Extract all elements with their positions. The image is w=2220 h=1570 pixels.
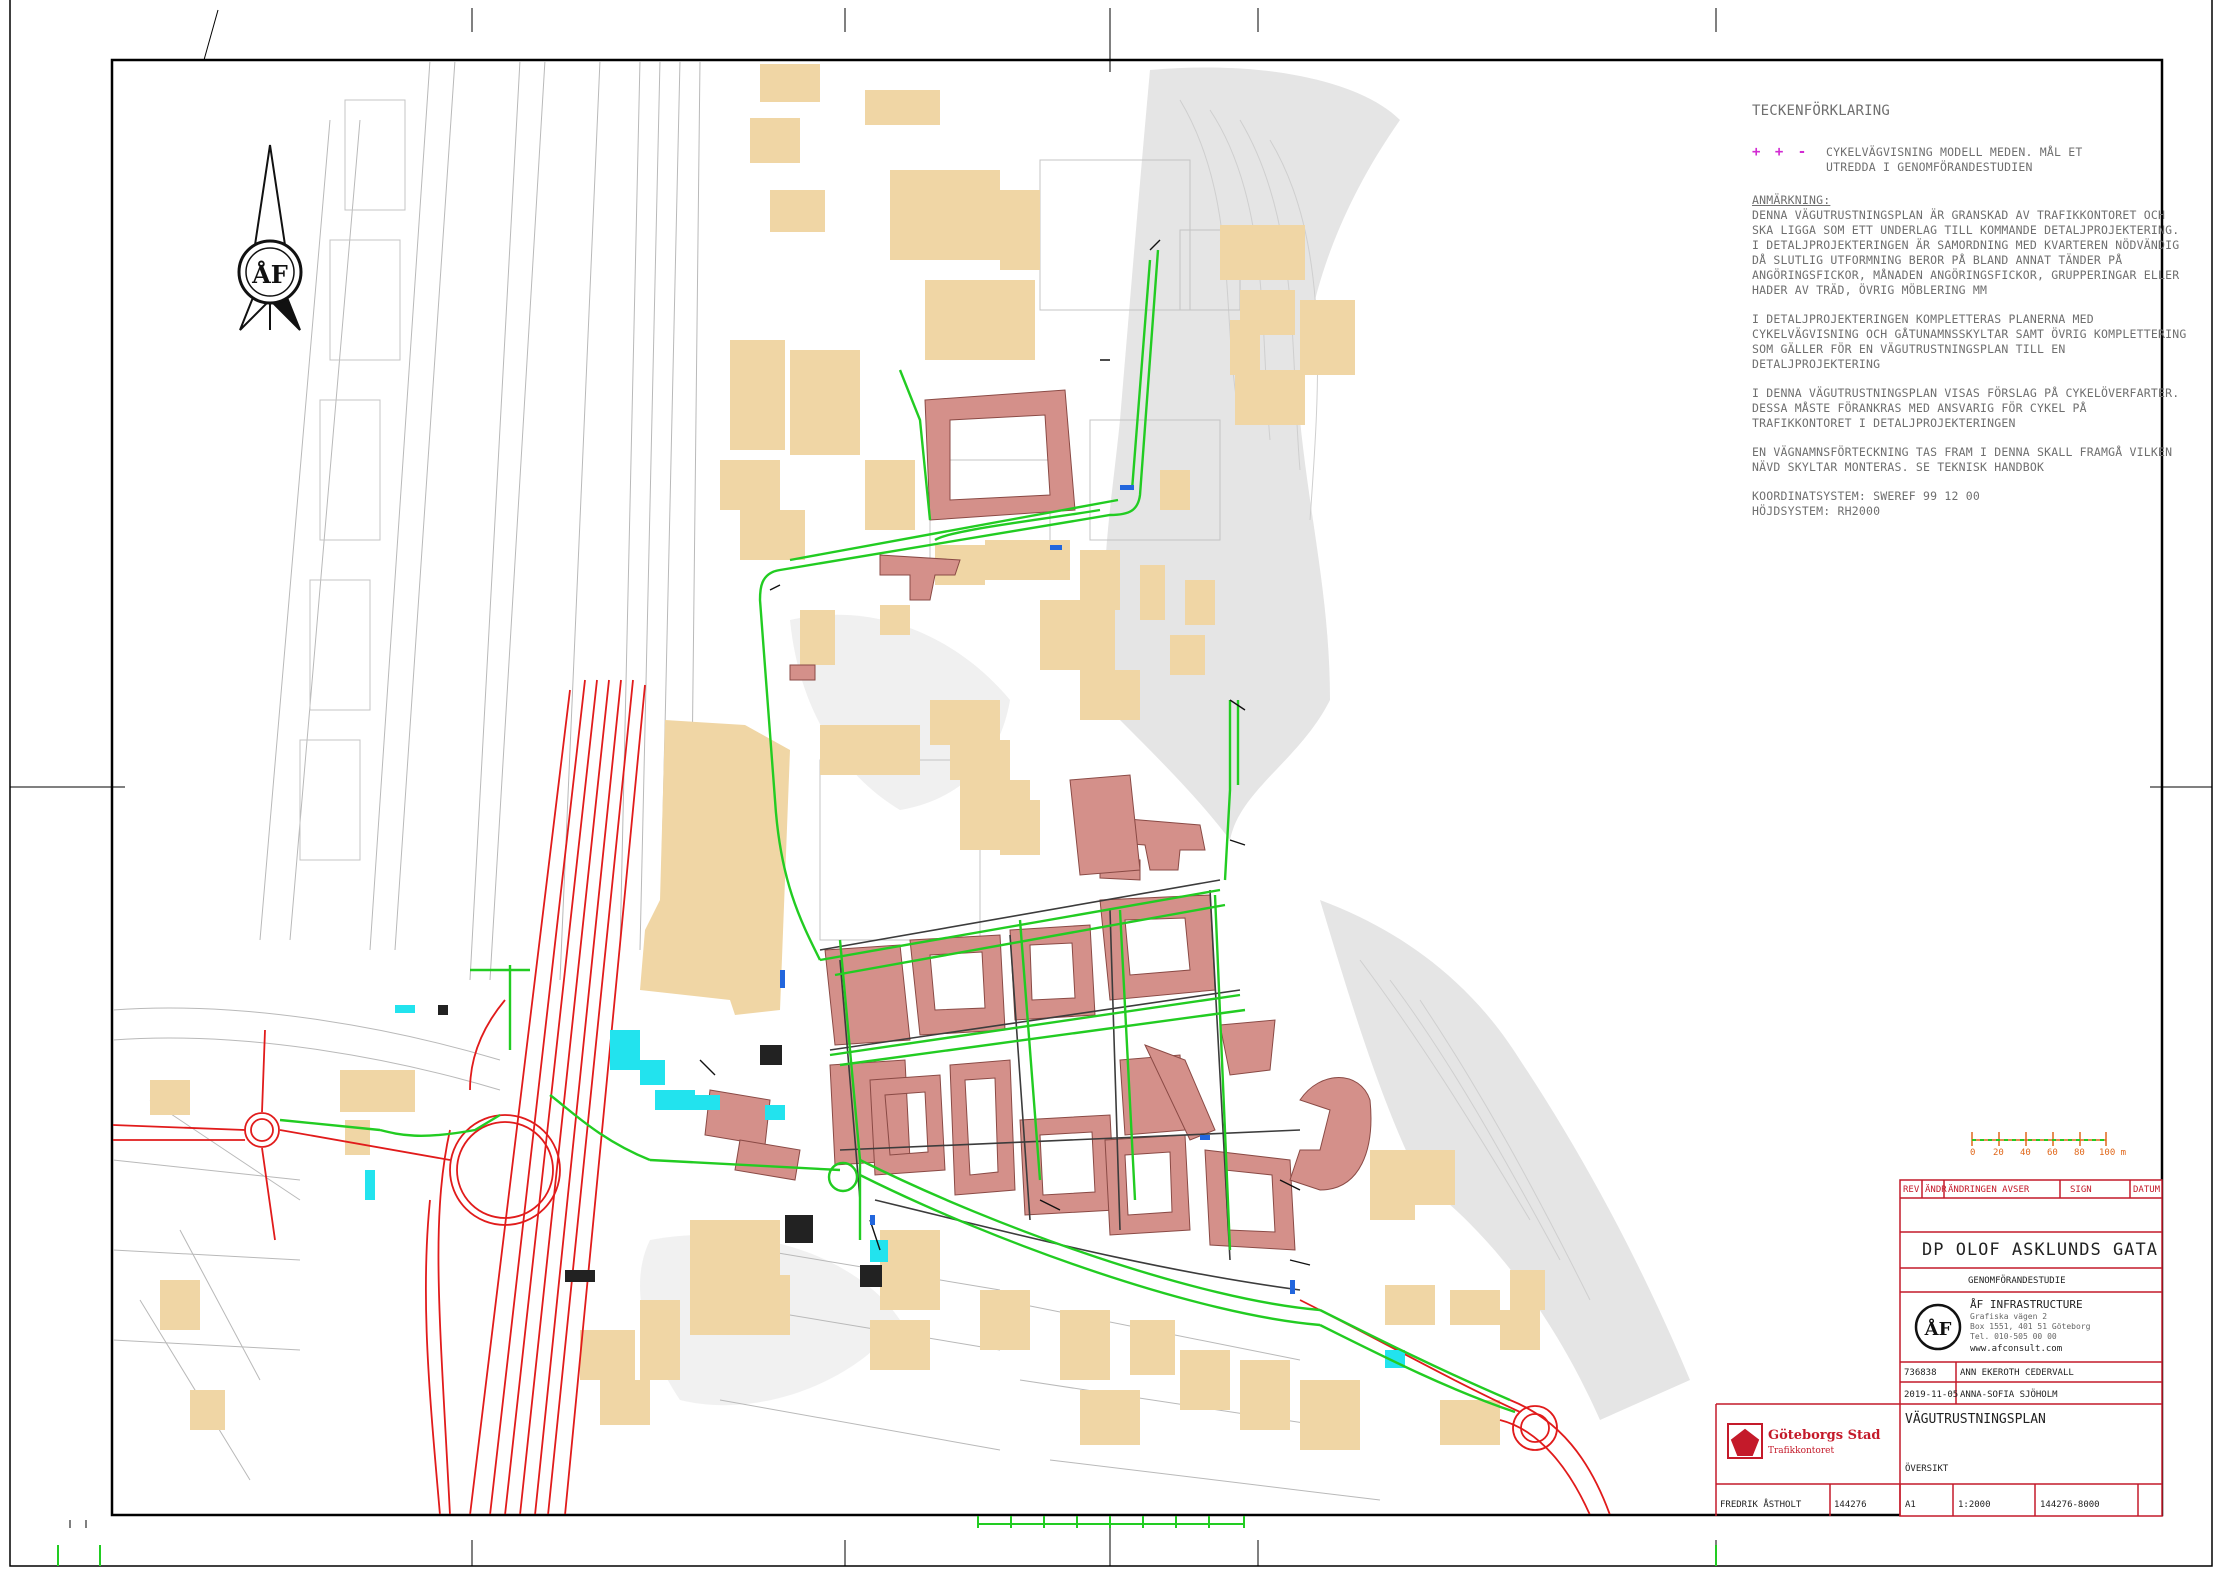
project-number: 144276: [1834, 1500, 1867, 1510]
note-3: I DENNA VÄGUTRUSTNINGSPLAN VISAS FÖRSLAG…: [1752, 386, 2180, 430]
notes-heading: ANMÄRKNING:: [1752, 193, 1831, 207]
checked-by: FREDRIK ÅSTHOLT: [1720, 1500, 1802, 1510]
consultant-logo-letters: ÅF: [1924, 1317, 1952, 1340]
assignment-number: 736838: [1904, 1368, 1937, 1378]
client-name: Göteborgs Stad: [1768, 1428, 1881, 1443]
north-arrow-logo: ÅF: [251, 260, 288, 289]
drawing-date: 2019-11-05: [1904, 1390, 1959, 1400]
legend-symbol-text: CYKELVÄGVISNING MODELL MEDEN. MÅL ET UTR…: [1826, 145, 2083, 174]
consultant-name: ÅF INFRASTRUCTURE: [1970, 1298, 2083, 1311]
designer-name: ANNA-SOFIA SJÖHOLM: [1960, 1390, 2058, 1400]
drawing-type: VÄGUTRUSTNINGSPLAN: [1905, 1412, 2046, 1427]
existing-buildings: [150, 64, 1545, 1450]
drawing-number: 144276-8000: [2040, 1500, 2100, 1510]
tb-header-avser: ÄNDRINGEN AVSER: [1948, 1185, 2030, 1195]
bottom-ruler: [57, 1516, 1717, 1566]
consultant-address-2: Box 1551, 401 51 Göteborg: [1970, 1322, 2091, 1331]
sheet-format: A1: [1905, 1500, 1916, 1510]
scale-label-100: 100 m: [2099, 1148, 2127, 1158]
consultant-address-1: Grafiska vägen 2: [1970, 1312, 2048, 1321]
scale-label-80: 80: [2074, 1148, 2085, 1158]
legend-heading: TECKENFÖRKLARING: [1752, 103, 1891, 119]
note-2: I DETALJPROJEKTERINGEN KOMPLETTERAS PLAN…: [1752, 312, 2187, 371]
scale-label-20: 20: [1993, 1148, 2004, 1158]
consultant-address-4: www.afconsult.com: [1970, 1344, 2063, 1354]
consultant-address-3: Tel. 010-505 00 00: [1970, 1332, 2057, 1341]
client-department: Trafikkontoret: [1768, 1446, 1835, 1456]
scale-label-0: 0: [1970, 1148, 1976, 1158]
drawing-scale: 1:2000: [1958, 1500, 1991, 1510]
scale-label-40: 40: [2020, 1148, 2031, 1158]
tb-header-datum: DATUM: [2133, 1185, 2161, 1195]
project-title: DP OLOF ASKLUNDS GATA: [1922, 1240, 2158, 1260]
tb-header-andr: ÄNDR: [1925, 1185, 1947, 1195]
legend-row-cycle-sign: + + - CYKELVÄGVISNING MODELL MEDEN. MÅL …: [1752, 145, 2192, 175]
note-5: KOORDINATSYSTEM: SWEREF 99 12 00 HÖJDSYS…: [1752, 489, 1980, 518]
scale-label-60: 60: [2047, 1148, 2058, 1158]
compass-north-arrow-icon: [237, 144, 303, 331]
project-subtitle: GENOMFÖRANDESTUDIE: [1968, 1276, 2066, 1286]
client-logo-icon: [1727, 1423, 1763, 1459]
cycle-sign-symbol-icon: + + -: [1752, 144, 1810, 160]
tb-header-sign: SIGN: [2070, 1185, 2092, 1195]
drawing-view: ÖVERSIKT: [1905, 1464, 1949, 1474]
responsible-name: ANN EKEROTH CEDERVALL: [1960, 1368, 2074, 1378]
site-plan-map: [113, 61, 1690, 1514]
legend-panel: TECKENFÖRKLARING + + - CYKELVÄGVISNING M…: [1752, 104, 2192, 533]
tb-header-rev: REV: [1903, 1185, 1920, 1195]
note-4: EN VÄGNAMNSFÖRTECKNING TAS FRAM I DENNA …: [1752, 445, 2173, 474]
note-1: DENNA VÄGUTRUSTNINGSPLAN ÄR GRANSKAD AV …: [1752, 208, 2180, 297]
